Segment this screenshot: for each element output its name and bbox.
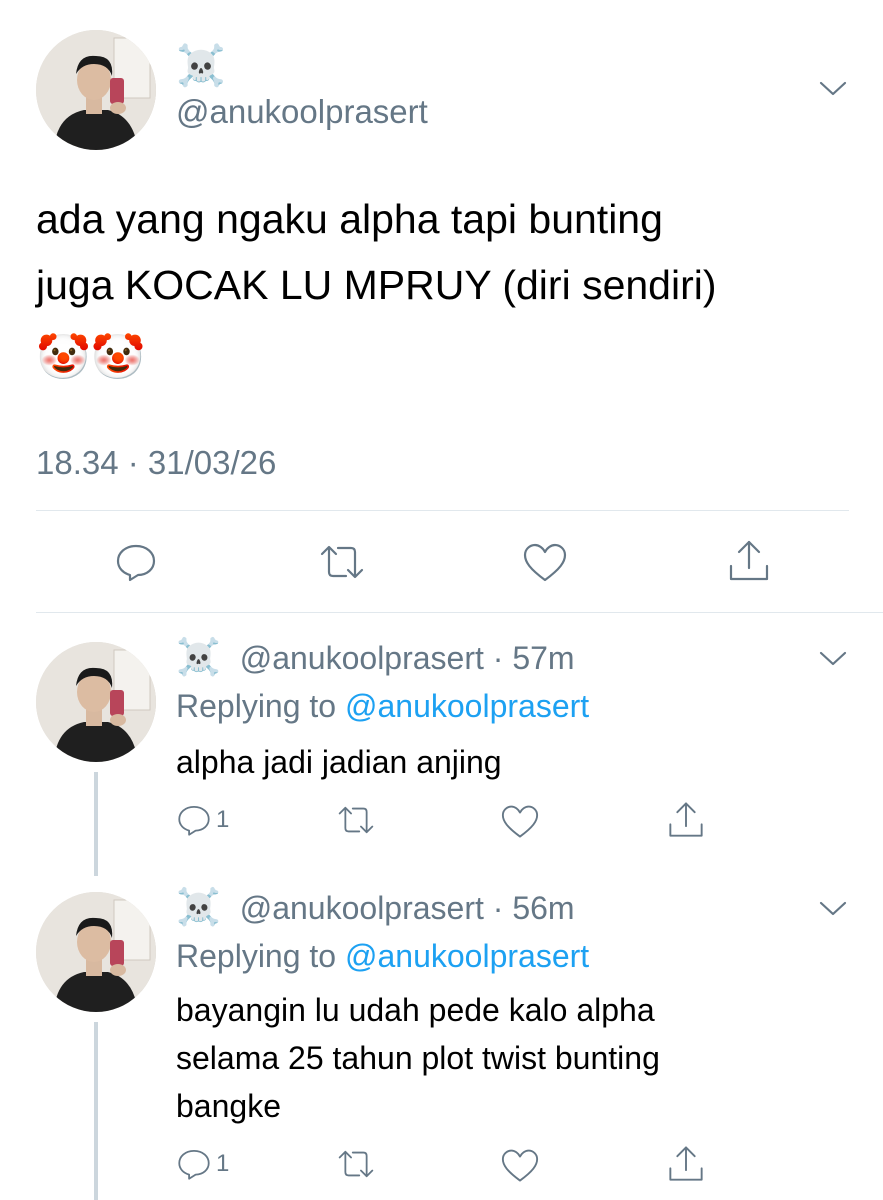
share-icon[interactable] [666,800,706,840]
display-name-emoji: ☠️ [176,637,221,678]
reply-header: ☠️ @anukoolprasert · 57m [176,640,575,677]
tweet-timestamp[interactable]: 18.34 · 31/03/26 [36,444,276,482]
replying-mention[interactable]: @anukoolprasert [345,938,589,974]
reply-icon [178,1150,210,1180]
share-icon[interactable] [726,538,772,584]
reply-text-line: alpha jadi jadian anjing [176,744,502,780]
avatar[interactable] [36,30,156,150]
replying-mention[interactable]: @anukoolprasert [345,688,589,724]
reply-action[interactable]: 1 [176,802,229,838]
reply-action[interactable]: 1 [176,1146,229,1182]
tweet-text-line-1: ada yang ngaku alpha tapi bunting [36,196,663,242]
retweet-icon[interactable] [336,802,376,838]
reply-text-line: bangke [176,1088,281,1124]
reply-count: 1 [216,806,230,833]
divider [36,612,883,613]
like-icon[interactable] [500,804,540,840]
replying-prefix: Replying to [176,938,337,974]
thread-line [94,1022,98,1200]
reply-handle[interactable]: @anukoolprasert [240,640,484,676]
reply-header: ☠️ @anukoolprasert · 56m [176,890,575,927]
replying-to: Replying to @anukoolprasert [176,938,589,975]
reply-text-line: bayangin lu udah pede kalo alpha [176,992,655,1028]
avatar[interactable] [36,892,156,1012]
reply-icon[interactable] [114,540,158,584]
retweet-icon[interactable] [318,540,366,584]
tweet-text-line-2: juga KOCAK LU MPRUY (diri sendiri) [36,262,717,308]
like-icon[interactable] [500,1148,540,1184]
clown-emojis: 🤡🤡 [36,332,146,383]
reply-icon [178,806,210,836]
like-icon[interactable] [522,542,568,584]
avatar[interactable] [36,642,156,762]
reply-time: · 57m [492,640,575,676]
replying-to: Replying to @anukoolprasert [176,688,589,725]
reply-time: · 56m [492,890,575,926]
display-name-emoji: ☠️ [176,43,226,89]
reply-text-line: selama 25 tahun plot twist bunting [176,1040,660,1076]
retweet-icon[interactable] [336,1146,376,1182]
reply-count: 1 [216,1150,230,1177]
chevron-down-icon[interactable] [818,80,848,98]
share-icon[interactable] [666,1144,706,1184]
chevron-down-icon[interactable] [818,900,848,918]
reply-handle[interactable]: @anukoolprasert [240,890,484,926]
chevron-down-icon[interactable] [818,650,848,668]
tweet-handle[interactable]: @anukoolprasert [176,93,428,131]
replying-prefix: Replying to [176,688,337,724]
divider [36,510,849,511]
thread-line [94,772,98,876]
display-name-emoji: ☠️ [176,887,221,928]
